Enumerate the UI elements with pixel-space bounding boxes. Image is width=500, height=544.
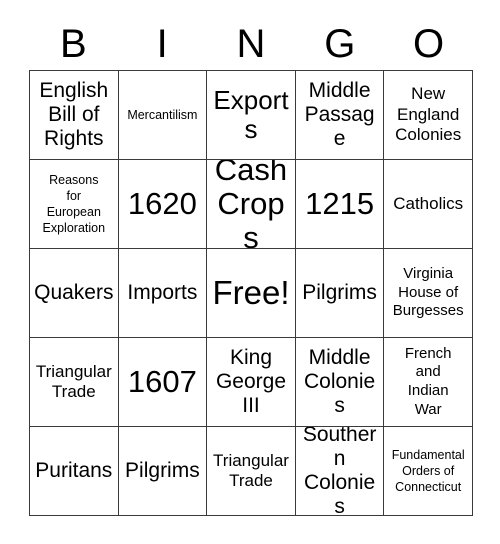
bingo-cell-label: Triangular Trade	[35, 361, 112, 401]
bingo-cell-r3-c5[interactable]: Virginia House of Burgesses	[384, 249, 473, 338]
bingo-cell-r1-c5[interactable]: New England Colonies	[384, 71, 473, 160]
bingo-header-letter-g: G	[324, 22, 356, 66]
bingo-card: B I N G O English Bill of Rights Mercantilism…	[0, 0, 500, 544]
bingo-cell-label: 1215	[305, 185, 375, 221]
bingo-cell-label: French and Indian War	[404, 344, 452, 418]
bingo-free-space-label: Free!	[212, 273, 290, 311]
bingo-cell-label: Mercantilism	[127, 107, 198, 122]
bingo-cell-r5-c4[interactable]: Southern Colonies	[295, 427, 385, 516]
bingo-cell-label: Pilgrims	[302, 280, 377, 304]
bingo-cell-label: Fundamental Orders of Connecticut	[391, 447, 465, 495]
bingo-cell-r4-c5[interactable]: French and Indian War	[384, 338, 473, 427]
bingo-free-space-cell[interactable]: Free!	[207, 249, 296, 338]
bingo-cell-r4-c2[interactable]: 1607	[118, 338, 208, 427]
bingo-cell-label: Catholics	[393, 193, 464, 213]
bingo-cell-label: Middle Passage	[304, 78, 375, 151]
bingo-cell-label: Exports	[213, 84, 289, 144]
bingo-cell-r1-c3[interactable]: Exports	[207, 71, 296, 160]
bingo-cell-r3-c4[interactable]: Pilgrims	[295, 249, 385, 338]
bingo-cell-r2-c5[interactable]: Catholics	[384, 160, 473, 249]
bingo-cell-label: New England Colonies	[395, 84, 462, 145]
bingo-cell-r2-c4[interactable]: 1215	[295, 160, 385, 249]
bingo-cell-label: Cash Crops	[214, 160, 288, 249]
bingo-cell-label: Triangular Trade	[213, 450, 289, 490]
bingo-cell-r1-c1[interactable]: English Bill of Rights	[30, 71, 119, 160]
bingo-cell-r1-c4[interactable]: Middle Passage	[295, 71, 385, 160]
bingo-cell-r4-c3[interactable]: King George III	[207, 338, 296, 427]
bingo-cell-label: Puritans	[35, 458, 113, 482]
bingo-cell-label: King George III	[215, 345, 287, 418]
bingo-cell-r5-c5[interactable]: Fundamental Orders of Connecticut	[384, 427, 473, 516]
bingo-cell-label: English Bill of Rights	[39, 78, 109, 151]
bingo-cell-r5-c2[interactable]: Pilgrims	[118, 427, 208, 516]
bingo-cell-r5-c3[interactable]: Triangular Trade	[207, 427, 296, 516]
bingo-cell-r5-c1[interactable]: Puritans	[30, 427, 119, 516]
bingo-cell-r2-c3[interactable]: Cash Crops	[207, 160, 296, 249]
bingo-cell-label: Virginia House of Burgesses	[392, 264, 464, 320]
bingo-cell-label: 1607	[127, 363, 197, 399]
bingo-header-letter-n: N	[236, 22, 266, 66]
bingo-header-row: BINGO	[29, 18, 473, 70]
bingo-cell-r1-c2[interactable]: Mercantilism	[118, 71, 208, 160]
bingo-cell-r2-c2[interactable]: 1620	[118, 160, 208, 249]
bingo-header-letter-i: I	[156, 22, 168, 66]
bingo-cell-r4-c1[interactable]: Triangular Trade	[30, 338, 119, 427]
bingo-cell-label: Imports	[127, 280, 198, 304]
bingo-cell-label: Reasons for European Exploration	[42, 172, 106, 236]
bingo-header-letter-b: B	[60, 22, 87, 66]
bingo-cell-r2-c1[interactable]: Reasons for European Exploration	[30, 160, 119, 249]
bingo-cell-label: Middle Colonies	[303, 345, 376, 418]
bingo-grid: English Bill of Rights Mercantilism Export…	[29, 70, 473, 516]
bingo-header-letter-o: O	[413, 22, 445, 66]
bingo-cell-label: 1620	[127, 185, 197, 221]
bingo-cell-label: Quakers	[34, 280, 114, 304]
bingo-cell-r3-c2[interactable]: Imports	[118, 249, 208, 338]
bingo-cell-r4-c4[interactable]: Middle Colonies	[295, 338, 385, 427]
bingo-cell-label: Pilgrims	[125, 458, 200, 482]
bingo-cell-label: Southern Colonies	[302, 427, 377, 516]
bingo-cell-r3-c1[interactable]: Quakers	[30, 249, 119, 338]
